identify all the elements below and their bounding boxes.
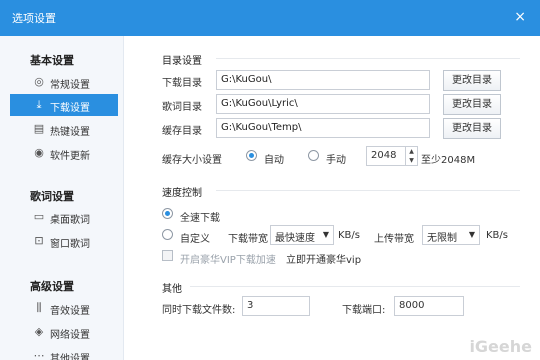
sidebar-item-other[interactable]: ⋯ 其他设置 (10, 345, 118, 360)
concurrent-downloads-label: 同时下载文件数: (162, 305, 236, 316)
vip-accelerate-checkbox[interactable] (162, 250, 173, 261)
equalizer-icon: ⫼ (36, 301, 42, 314)
cache-dir-field[interactable]: G:\KuGou\Temp\ (216, 118, 430, 138)
sidebar-item-network[interactable]: ◈ 网络设置 (10, 321, 118, 343)
title-bar: 选项设置 × (0, 0, 540, 36)
section-divider (190, 286, 520, 287)
sidebar-item-label: 软件更新 (50, 151, 90, 162)
change-cache-dir-button[interactable]: 更改目录 (443, 118, 501, 139)
desktop-lyrics-icon: ▭ (33, 210, 45, 223)
cache-size-value: 2048 (371, 150, 397, 161)
cache-manual-label: 手动 (326, 155, 346, 166)
sidebar-group-basic: 基本设置 (30, 54, 74, 67)
speed-section-title: 速度控制 (162, 188, 202, 199)
section-divider (216, 58, 520, 59)
download-dir-field[interactable]: G:\KuGou\ (216, 70, 430, 90)
dir-section-title: 目录设置 (162, 56, 202, 67)
lyrics-dir-field[interactable]: G:\KuGou\Lyric\ (216, 94, 430, 114)
upload-bandwidth-label: 上传带宽 (374, 234, 414, 245)
cache-manual-radio[interactable] (308, 150, 319, 161)
sidebar-item-label: 其他设置 (50, 354, 90, 360)
keyboard-icon: ▤ (33, 122, 45, 135)
update-icon: ◉ (34, 146, 44, 159)
download-bandwidth-label: 下载带宽 (228, 234, 268, 245)
cache-dir-label: 缓存目录 (162, 126, 202, 137)
main-panel: 目录设置 下载目录 G:\KuGou\ 更改目录 歌词目录 G:\KuGou\L… (124, 36, 540, 360)
custom-speed-radio[interactable] (162, 229, 173, 240)
sidebar-item-update[interactable]: ◉ 软件更新 (10, 142, 118, 164)
close-icon[interactable]: × (514, 9, 526, 25)
other-section-title: 其他 (162, 284, 182, 295)
sidebar-group-advanced: 高级设置 (30, 280, 74, 293)
sidebar-item-general[interactable]: ◎ 常规设置 (10, 71, 118, 93)
sidebar-item-desktop-lyrics[interactable]: ▭ 桌面歌词 (10, 206, 118, 228)
sidebar-item-label: 下载设置 (50, 103, 90, 114)
sidebar-item-sound[interactable]: ⫼ 音效设置 (10, 297, 118, 319)
upload-unit: KB/s (486, 230, 508, 241)
stepper-arrows-icon[interactable]: ▲ ▼ (405, 147, 417, 165)
cache-size-stepper[interactable]: 2048 ▲ ▼ (366, 146, 418, 166)
change-lyrics-dir-button[interactable]: 更改目录 (443, 94, 501, 115)
network-icon: ◈ (34, 325, 44, 338)
sidebar-item-label: 桌面歌词 (50, 215, 90, 226)
download-bandwidth-select[interactable]: 最快速度 ▼ (270, 225, 334, 245)
change-download-dir-button[interactable]: 更改目录 (443, 70, 501, 91)
sidebar: 基本设置 ◎ 常规设置 ⤓ 下载设置 ▤ 热键设置 ◉ 软件更新 歌词设置 ▭ … (0, 36, 124, 360)
upload-bandwidth-select[interactable]: 无限制 ▼ (422, 225, 480, 245)
sidebar-item-label: 音效设置 (50, 306, 90, 317)
general-settings-icon: ◎ (34, 75, 44, 88)
sidebar-item-label: 窗口歌词 (50, 239, 90, 250)
cache-auto-label: 自动 (264, 155, 284, 166)
window-title: 选项设置 (12, 12, 56, 25)
vip-open-link[interactable]: 立即开通豪华vip (286, 251, 361, 266)
section-divider (216, 190, 520, 191)
window-lyrics-icon: ⊡ (34, 234, 44, 247)
download-port-label: 下载端口: (342, 305, 386, 316)
lyrics-dir-label: 歌词目录 (162, 102, 202, 113)
sidebar-item-label: 热键设置 (50, 127, 90, 138)
full-speed-label: 全速下载 (180, 213, 220, 224)
download-unit: KB/s (338, 230, 360, 241)
sidebar-item-label: 网络设置 (50, 330, 90, 341)
download-bandwidth-value: 最快速度 (275, 233, 315, 244)
upload-bandwidth-value: 无限制 (427, 233, 457, 244)
vip-accelerate-label: 开启豪华VIP下载加速 (180, 255, 276, 266)
sidebar-item-download[interactable]: ⤓ 下载设置 (10, 94, 118, 116)
custom-speed-label: 自定义 (180, 234, 210, 245)
sidebar-item-label: 常规设置 (50, 80, 90, 91)
full-speed-radio[interactable] (162, 208, 173, 219)
download-dir-label: 下载目录 (162, 78, 202, 89)
sidebar-item-window-lyrics[interactable]: ⊡ 窗口歌词 (10, 230, 118, 252)
chevron-down-icon: ▼ (322, 230, 329, 239)
sidebar-group-lyrics: 歌词设置 (30, 190, 74, 203)
cache-size-label: 缓存大小设置 (162, 155, 222, 166)
watermark-logo: iGeehe (469, 337, 532, 356)
download-icon: ⤓ (36, 98, 42, 111)
sidebar-item-hotkey[interactable]: ▤ 热键设置 (10, 118, 118, 140)
cache-auto-radio[interactable] (246, 150, 257, 161)
more-icon: ⋯ (33, 349, 45, 360)
cache-size-hint: 至少2048M (421, 155, 476, 166)
concurrent-downloads-input[interactable]: 3 (242, 296, 310, 316)
chevron-down-icon: ▼ (468, 230, 475, 239)
download-port-input[interactable]: 8000 (394, 296, 464, 316)
